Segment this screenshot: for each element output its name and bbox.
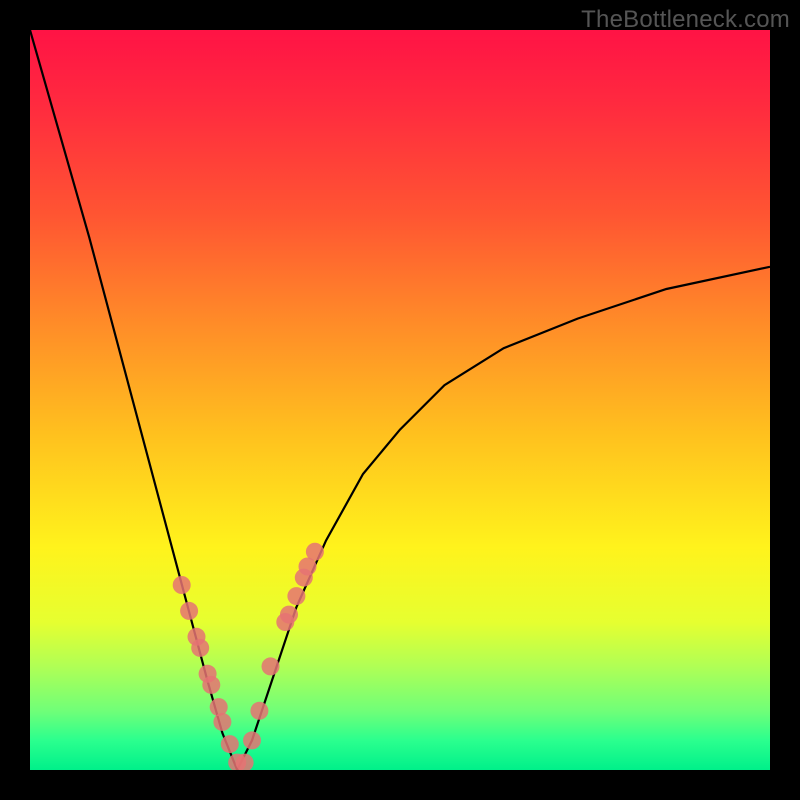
sample-dot	[173, 576, 191, 594]
bottleneck-curve	[30, 30, 770, 770]
sample-dot	[250, 702, 268, 720]
sample-dot	[280, 606, 298, 624]
sample-dot	[221, 735, 239, 753]
sample-dot	[306, 543, 324, 561]
sample-dot	[191, 639, 209, 657]
sample-dot	[262, 657, 280, 675]
sample-dot	[180, 602, 198, 620]
plot-area	[30, 30, 770, 770]
sample-dots-group	[173, 543, 324, 770]
curve-svg	[30, 30, 770, 770]
sample-dot	[243, 731, 261, 749]
chart-frame: TheBottleneck.com	[0, 0, 800, 800]
watermark-text: TheBottleneck.com	[581, 6, 790, 34]
sample-dot	[202, 676, 220, 694]
sample-dot	[213, 713, 231, 731]
sample-dot	[287, 587, 305, 605]
